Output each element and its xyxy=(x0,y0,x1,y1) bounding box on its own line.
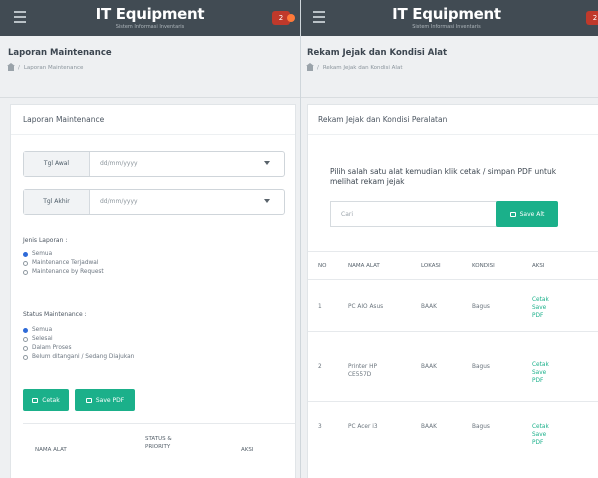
divider xyxy=(308,401,598,402)
col-nama-alat: NAMA ALAT xyxy=(348,263,380,269)
radio-icon[interactable] xyxy=(23,260,28,266)
asset-history-card: Rekam Jejak dan Kondisi Peralatan Pilih … xyxy=(307,104,598,478)
cell-no: 1 xyxy=(318,304,322,310)
report-type-option-request[interactable]: Maintenance by Request xyxy=(23,269,104,275)
col-lokasi: LOKASI xyxy=(421,263,441,269)
file-icon xyxy=(85,397,92,403)
col-aksi: AKSI xyxy=(241,447,254,453)
notification-badge[interactable]: 2 xyxy=(586,11,598,25)
cell-kondisi: Bagus xyxy=(472,304,490,310)
chevron-down-icon[interactable] xyxy=(264,199,270,203)
action-print-link[interactable]: Cetak xyxy=(532,423,549,431)
cell-lokasi: BAAK xyxy=(421,424,437,430)
cell-nama-alat: PC Acer i3 xyxy=(348,424,378,430)
top-navbar: IT Equipment Sistem Informasi Inventaris… xyxy=(0,0,300,36)
cell-nama-alat: Printer HP CE557D xyxy=(348,364,377,378)
col-aksi: AKSI xyxy=(532,263,545,269)
end-date-label: Tgl Akhir xyxy=(24,190,90,214)
action-pdf-link[interactable]: PDF xyxy=(532,312,543,320)
col-nama-alat: NAMA ALAT xyxy=(35,447,67,453)
radio-icon[interactable] xyxy=(23,336,28,342)
status-option-progress[interactable]: Dalam Proses xyxy=(23,345,71,351)
action-save-link[interactable]: Save xyxy=(532,369,546,377)
cell-no: 3 xyxy=(318,424,322,430)
start-date-field[interactable]: Tgl Awal dd/mm/yyyy xyxy=(23,151,285,177)
cell-lokasi: BAAK xyxy=(421,304,437,310)
start-date-input[interactable]: dd/mm/yyyy xyxy=(100,152,138,176)
status-option-done[interactable]: Selesai xyxy=(23,336,53,342)
start-date-label: Tgl Awal xyxy=(24,152,90,176)
action-save-link[interactable]: Save xyxy=(532,304,546,312)
divider xyxy=(23,423,295,424)
cell-lokasi: BAAK xyxy=(421,364,437,370)
radio-checked-icon[interactable] xyxy=(23,327,28,333)
end-date-input[interactable]: dd/mm/yyyy xyxy=(100,190,138,214)
brand-title: IT Equipment xyxy=(392,5,501,23)
action-pdf-link[interactable]: PDF xyxy=(532,377,543,385)
report-type-option-scheduled[interactable]: Maintenance Terjadwal xyxy=(23,260,98,266)
home-icon[interactable] xyxy=(7,63,15,71)
breadcrumb-separator: / xyxy=(317,65,319,71)
col-no: NO xyxy=(318,263,327,269)
radio-icon[interactable] xyxy=(23,354,28,360)
divider xyxy=(308,331,598,332)
action-save-link[interactable]: Save xyxy=(532,431,546,439)
page-header: Laporan Maintenance / Laporan Maintenanc… xyxy=(0,36,300,98)
breadcrumb-current: Laporan Maintenance xyxy=(23,65,84,71)
brand-logo: IT Equipment Sistem Informasi Inventaris xyxy=(301,5,598,30)
divider xyxy=(308,251,598,252)
cell-nama-alat: PC AIO Asus xyxy=(348,304,384,310)
breadcrumb-separator: / xyxy=(18,65,20,71)
cell-no: 2 xyxy=(318,364,322,370)
page-title: Laporan Maintenance xyxy=(8,48,112,58)
report-type-option-all[interactable]: Semua xyxy=(23,251,52,257)
action-print-link[interactable]: Cetak xyxy=(532,361,549,369)
grid-icon xyxy=(509,211,516,217)
report-type-label: Jenis Laporan : xyxy=(23,237,68,244)
status-label: Status Maintenance : xyxy=(23,311,87,318)
action-pdf-link[interactable]: PDF xyxy=(532,439,543,447)
print-button[interactable]: Cetak xyxy=(23,389,69,411)
cell-kondisi: Bagus xyxy=(472,364,490,370)
brand-subtitle: Sistem Informasi Inventaris xyxy=(115,24,185,30)
status-option-pending[interactable]: Belum ditangani / Sedang Diajukan xyxy=(23,354,134,360)
brand-logo: IT Equipment Sistem Informasi Inventaris xyxy=(0,5,300,30)
maintenance-report-card: Laporan Maintenance Tgl Awal dd/mm/yyyy … xyxy=(10,104,296,478)
breadcrumb-current: Rekam Jejak dan Kondisi Alat xyxy=(322,65,403,71)
cell-kondisi: Bagus xyxy=(472,424,490,430)
status-option-all[interactable]: Semua xyxy=(23,327,52,333)
col-kondisi: KONDISI xyxy=(472,263,495,269)
action-print-link[interactable]: Cetak xyxy=(532,296,549,304)
radio-icon[interactable] xyxy=(23,345,28,351)
brand-subtitle: Sistem Informasi Inventaris xyxy=(412,24,481,30)
home-icon[interactable] xyxy=(306,63,314,71)
divider xyxy=(308,279,598,280)
save-alt-button[interactable]: Save Alt xyxy=(496,201,558,227)
end-date-field[interactable]: Tgl Akhir dd/mm/yyyy xyxy=(23,189,285,215)
col-status-priority: STATUS & PRIORITY xyxy=(145,436,172,450)
search-input[interactable]: Cari xyxy=(330,201,498,227)
left-screen: IT Equipment Sistem Informasi Inventaris… xyxy=(0,0,300,478)
top-navbar: IT Equipment Sistem Informasi Inventaris… xyxy=(301,0,598,36)
page-title: Rekam Jejak dan Kondisi Alat xyxy=(307,48,448,58)
instruction-text: Pilih salah satu alat kemudian klik ceta… xyxy=(330,167,557,186)
radio-icon[interactable] xyxy=(23,269,28,275)
printer-icon xyxy=(32,397,39,403)
card-title: Laporan Maintenance xyxy=(11,105,295,135)
card-title: Rekam Jejak dan Kondisi Peralatan xyxy=(308,105,598,135)
notification-badge[interactable]: 2 xyxy=(272,11,295,25)
radio-checked-icon[interactable] xyxy=(23,251,28,257)
page-header: Rekam Jejak dan Kondisi Alat / Rekam Jej… xyxy=(301,36,598,98)
breadcrumb: / Rekam Jejak dan Kondisi Alat xyxy=(306,63,592,71)
save-pdf-button[interactable]: Save PDF xyxy=(75,389,135,411)
breadcrumb: / Laporan Maintenance xyxy=(7,63,294,71)
chevron-down-icon[interactable] xyxy=(264,161,270,165)
brand-title: IT Equipment xyxy=(95,5,205,23)
right-screen: IT Equipment Sistem Informasi Inventaris… xyxy=(300,0,598,478)
